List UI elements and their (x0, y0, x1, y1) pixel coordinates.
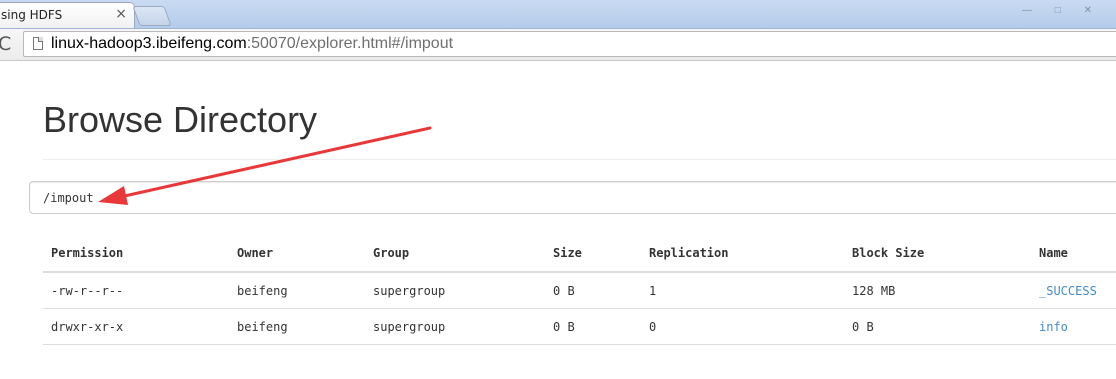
cell-name: info (1031, 308, 1116, 345)
column-header-block-size[interactable]: Block Size (844, 235, 1031, 273)
column-header-name[interactable]: Name (1031, 235, 1116, 273)
cell-block-size: 128 MB (844, 272, 1031, 309)
new-tab-button[interactable] (132, 6, 172, 26)
tab-title: sing HDFS (1, 8, 63, 22)
cell-group: supergroup (365, 272, 545, 309)
close-icon[interactable]: × (115, 6, 127, 22)
table-header-row: Permission Owner Group Size Replication … (43, 235, 1116, 273)
title-divider (43, 159, 1116, 160)
cell-name: _SUCCESS (1031, 272, 1116, 309)
address-bar[interactable]: linux-hadoop3.ibeifeng.com:50070/explore… (23, 31, 1116, 57)
directory-path-input[interactable] (29, 181, 1116, 214)
cell-size: 0 B (545, 308, 641, 345)
cell-block-size: 0 B (844, 308, 1031, 345)
url-host: linux-hadoop3.ibeifeng.com (51, 35, 247, 52)
directory-link-info[interactable]: info (1039, 320, 1068, 334)
cell-size: 0 B (545, 272, 641, 309)
reload-icon[interactable]: C (0, 33, 11, 55)
column-header-owner[interactable]: Owner (229, 235, 365, 273)
cell-owner: beifeng (229, 308, 365, 345)
browser-toolbar: C linux-hadoop3.ibeifeng.com:50070/explo… (0, 29, 1116, 61)
column-header-permission[interactable]: Permission (43, 235, 229, 273)
cell-replication: 1 (641, 272, 844, 309)
file-table: Permission Owner Group Size Replication … (43, 235, 1116, 345)
cell-replication: 0 (641, 308, 844, 345)
table-row: -rw-r--r-- beifeng supergroup 0 B 1 128 … (43, 272, 1116, 309)
column-header-replication[interactable]: Replication (641, 235, 844, 273)
file-link-success[interactable]: _SUCCESS (1039, 284, 1097, 298)
page-icon (33, 37, 43, 50)
cell-permission: -rw-r--r-- (43, 272, 229, 309)
table-row: drwxr-xr-x beifeng supergroup 0 B 0 0 B … (43, 308, 1116, 345)
cell-permission: drwxr-xr-x (43, 308, 229, 345)
browser-tab[interactable]: sing HDFS × (0, 2, 135, 28)
column-header-size[interactable]: Size (545, 235, 641, 273)
cell-group: supergroup (365, 308, 545, 345)
page-title: Browse Directory (43, 99, 318, 140)
url-text: linux-hadoop3.ibeifeng.com:50070/explore… (51, 35, 453, 53)
window-controls[interactable]: — □ ✕ (1022, 5, 1102, 16)
cell-owner: beifeng (229, 272, 365, 309)
url-path: :50070/explorer.html#/impout (246, 35, 454, 52)
column-header-group[interactable]: Group (365, 235, 545, 273)
tab-strip: sing HDFS × — □ ✕ (0, 0, 1116, 29)
